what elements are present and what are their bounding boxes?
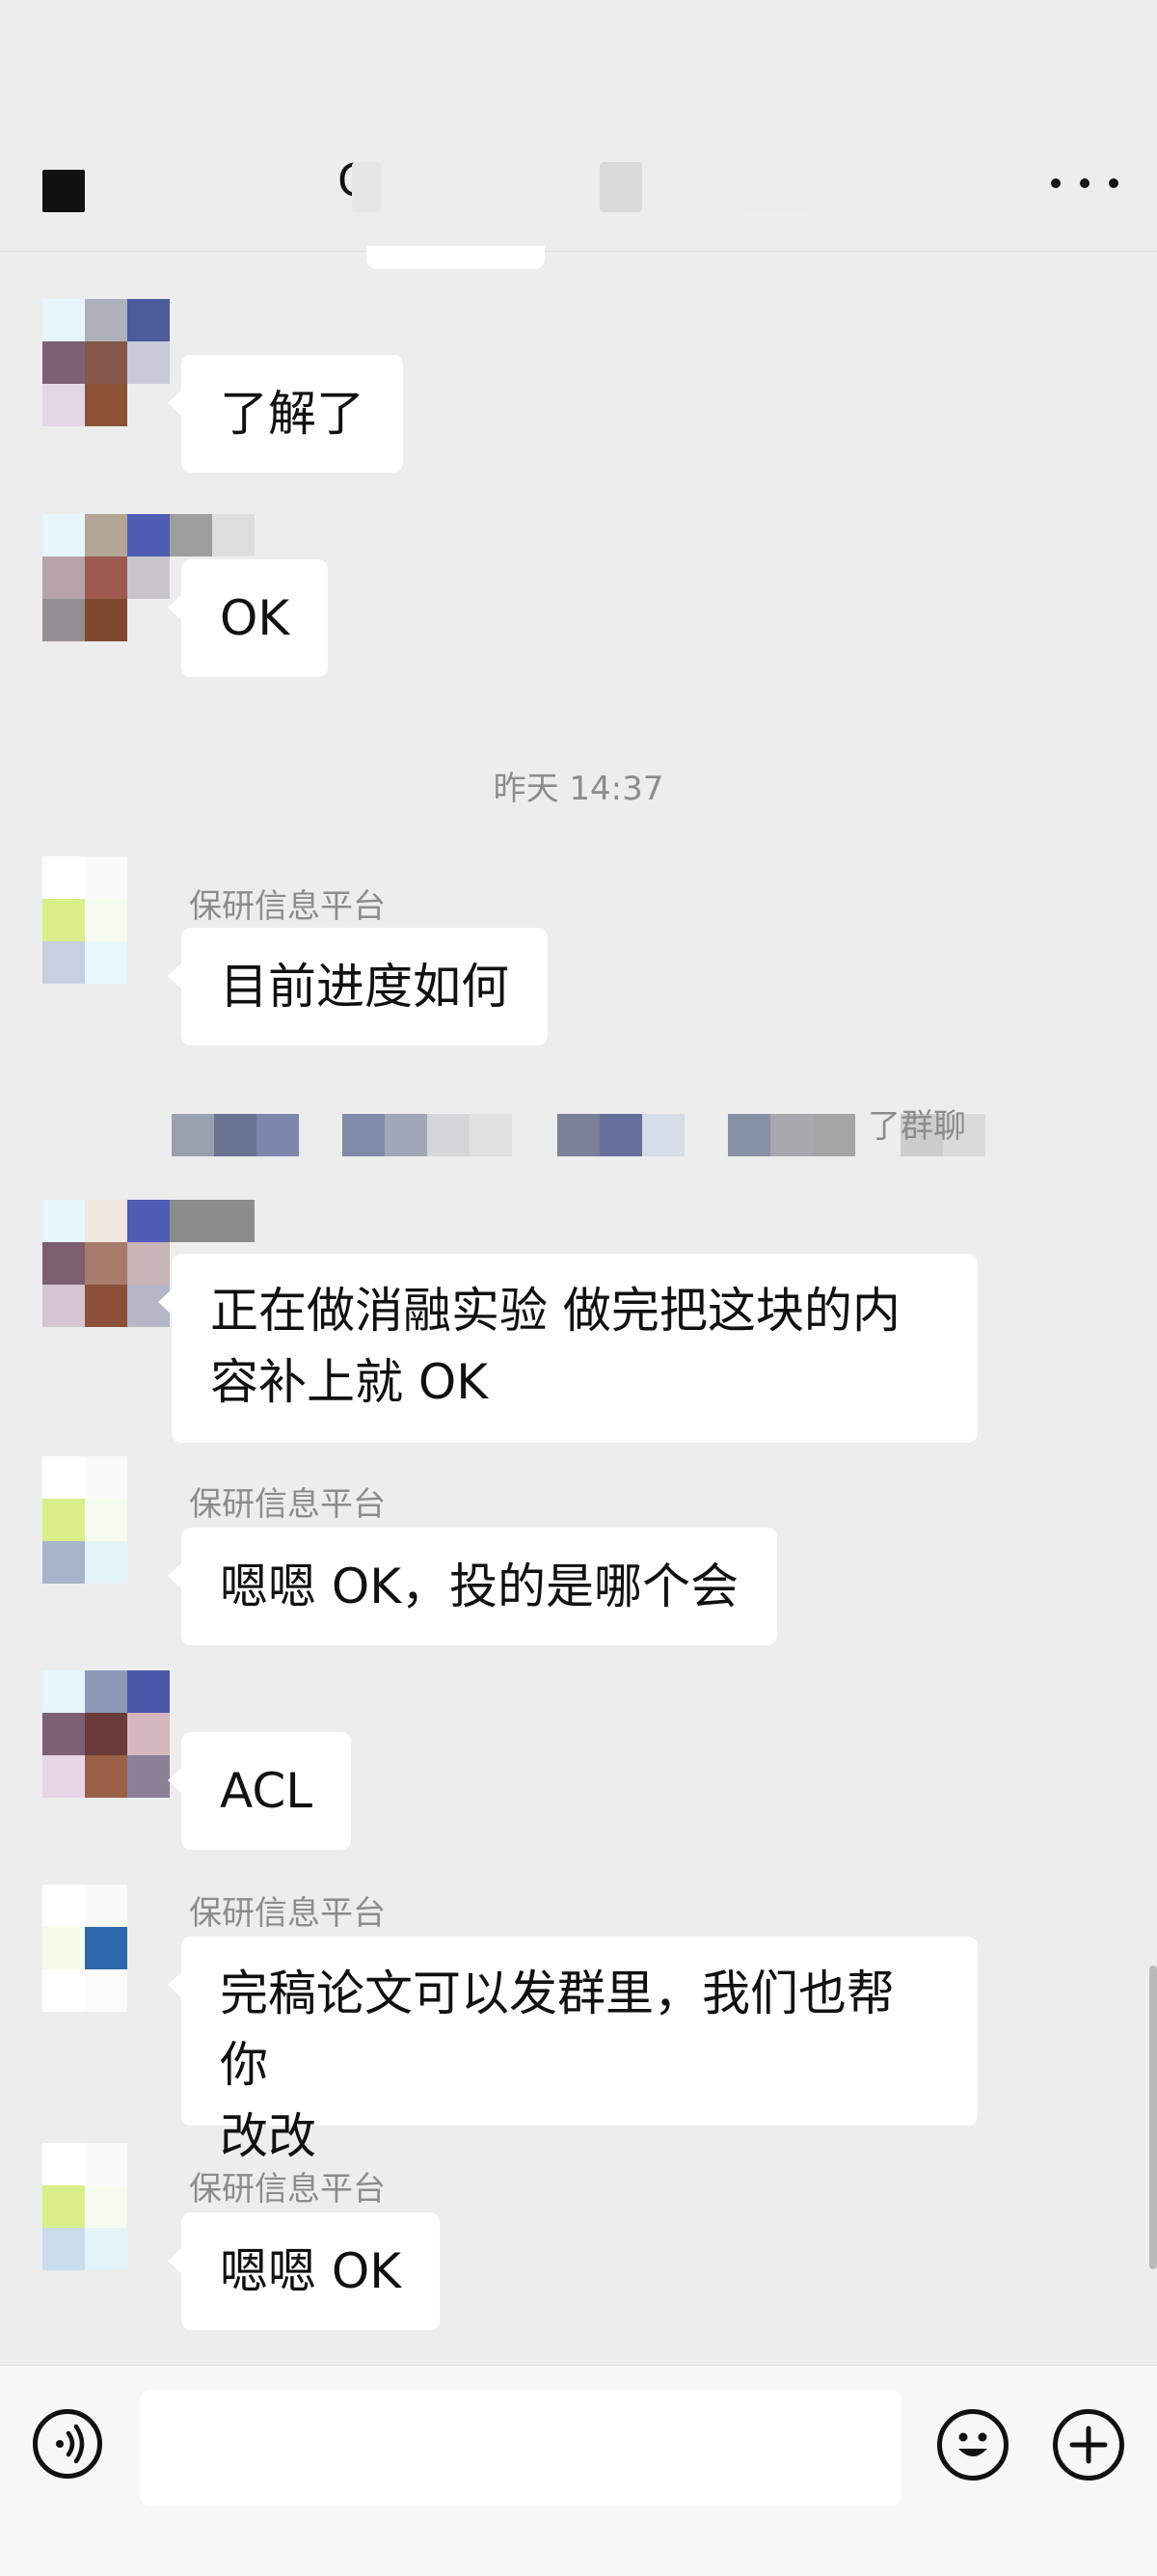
sender-name: 保研信息平台	[189, 1485, 386, 1524]
message-text: 目前进度如何	[220, 959, 509, 1015]
message-text: 嗯嗯 OK	[220, 2243, 402, 2299]
sender-name: 保研信息平台	[189, 2170, 386, 2209]
message-text: 嗯嗯 OK，投的是哪个会	[220, 1559, 740, 1614]
message-bubble[interactable]: 目前进度如何	[168, 928, 548, 1045]
timestamp: 昨天 14:37	[493, 770, 664, 808]
message-text-line: 完稿论文可以发群里，我们也帮你	[220, 1966, 895, 2093]
add-icon[interactable]	[1053, 2409, 1124, 2481]
scrollbar[interactable]	[1149, 1966, 1157, 2269]
chat-header: C	[0, 0, 1157, 252]
message-bubble[interactable]: 嗯嗯 OK	[167, 2212, 441, 2330]
message-text: 了解了	[220, 386, 364, 442]
avatar[interactable]	[42, 1885, 170, 2012]
message-bubble[interactable]: 完稿论文可以发群里，我们也帮你 改改	[168, 1937, 978, 2164]
message-bubble[interactable]: 嗯嗯 OK，投的是哪个会	[167, 1528, 778, 1645]
message-bubble[interactable]: 正在做消融实验 做完把这块的内 容补上就 OK	[158, 1254, 978, 1443]
partial-bubble	[366, 246, 545, 269]
more-icon[interactable]	[1051, 164, 1118, 203]
message-text: ACL	[220, 1763, 313, 1819]
emoji-icon[interactable]	[937, 2409, 1009, 2481]
avatar[interactable]	[42, 1456, 170, 1584]
title-blur	[742, 162, 810, 212]
message-text-line: 正在做消融实验 做完把这块的内	[210, 1283, 901, 1339]
message-bubble[interactable]: OK	[167, 559, 329, 677]
avatar[interactable]	[42, 2143, 170, 2270]
message-text-line: 容补上就 OK	[210, 1354, 489, 1410]
system-notice-blurred	[342, 1114, 512, 1156]
title-blur	[600, 162, 642, 212]
avatar[interactable]	[42, 299, 170, 426]
avatar[interactable]	[42, 1670, 170, 1798]
message-bubble[interactable]: ACL	[167, 1732, 352, 1850]
avatar[interactable]	[42, 856, 170, 984]
title-blur	[352, 162, 381, 212]
message-input[interactable]	[140, 2390, 901, 2506]
system-notice-blurred	[728, 1114, 855, 1156]
system-notice-blurred	[557, 1114, 685, 1156]
message-bubble[interactable]: 了解了	[168, 355, 403, 473]
back-icon[interactable]	[42, 170, 85, 212]
sender-name: 保研信息平台	[189, 1894, 386, 1933]
message-text: OK	[220, 590, 290, 646]
voice-icon[interactable]	[33, 2409, 102, 2479]
system-notice-text: 了群聊	[868, 1107, 966, 1146]
sender-name: 保研信息平台	[189, 887, 386, 926]
message-text-line: 改改	[220, 2108, 316, 2164]
system-notice-blurred	[172, 1114, 299, 1156]
